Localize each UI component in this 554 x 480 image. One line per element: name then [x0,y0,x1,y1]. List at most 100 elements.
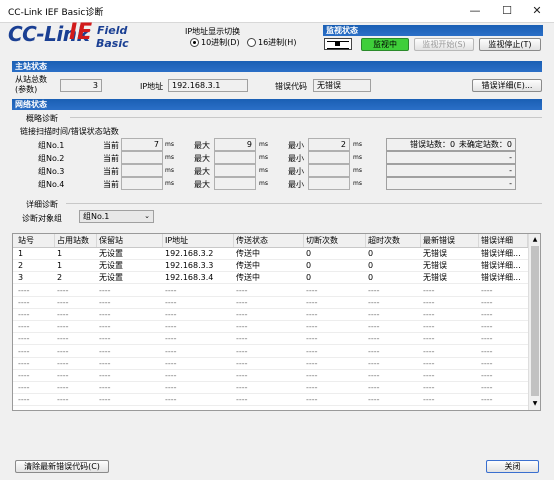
table-cell: ---- [99,285,111,295]
table-cell: ---- [236,407,248,410]
table-cell: 0 [368,261,374,271]
column-header[interactable]: 传送状态 [234,234,304,247]
scroll-down-icon[interactable]: ▼ [530,399,540,409]
clear-error-button[interactable]: 清除最新错误代码(C) [15,460,109,473]
undetermined-station-count: 未确定站数：0 [458,140,512,149]
table-cell: 0 [368,273,374,283]
group-name: 组No.2 [38,154,65,163]
table-cell: ---- [423,358,435,368]
overview-diag-label: 概略诊断 [26,114,58,123]
table-cell: ---- [165,346,177,356]
table-cell: ---- [481,395,493,405]
max-label: 最大 [194,154,210,163]
max-label: 最大 [194,167,210,176]
table-cell: ---- [368,334,380,344]
table-cell: 1 [57,261,63,271]
error-detail-button[interactable]: 错误详细(E)... [472,79,542,92]
close-window-button[interactable]: ✕ [522,0,552,22]
table-cell: ---- [236,346,248,356]
monitor-start-button[interactable]: 监视开始(S) [414,38,474,51]
column-header[interactable]: IP地址 [163,234,234,247]
detail-divider [66,203,542,204]
group-min-value [308,164,350,177]
table-cell: 2 [57,273,63,283]
table-cell: 错误详细... [481,273,521,283]
table-cell: 1 [18,249,24,258]
close-button[interactable]: 关闭 [486,460,539,473]
table-cell: ---- [165,334,177,344]
error-station-count: 错误站数：0 [410,140,456,149]
empty-table-row: ---- ---- ---- ---- ---- ---- ---- ---- ---- [13,297,528,309]
table-row[interactable]: 2 1 无设置 192.168.3.3 传送中 0 0 无错误 错误详细... [13,260,528,273]
target-group-select[interactable]: 组No.1 ⌄ [79,210,154,223]
radio-dec-label: 10进制(D) [201,38,240,47]
min-label: 最小 [288,154,304,163]
monitor-stop-button[interactable]: 监视停止(T) [479,38,541,51]
column-header[interactable]: 保留站 [97,234,163,247]
minimize-button[interactable]: — [460,0,490,22]
unit-label: ms [353,180,362,187]
group-error-status: - [386,151,516,164]
radio-hex-label: 16进制(H) [258,38,297,47]
target-group-label: 诊断对象组 [22,214,62,223]
table-cell: ---- [306,346,318,356]
table-cell: ---- [368,297,380,307]
column-header[interactable]: 切断次数 [304,234,366,247]
table-cell: ---- [306,334,318,344]
overview-divider [70,117,542,118]
table-cell: ---- [57,297,69,307]
table-cell: ---- [423,371,435,380]
group-current-value [121,164,163,177]
table-row[interactable]: 3 2 无设置 192.168.3.4 传送中 0 0 无错误 错误详细... [13,272,528,285]
table-row[interactable]: 1 1 无设置 192.168.3.2 传送中 0 0 无错误 错误详细... [13,248,528,260]
group-max-value: 9 [214,138,256,151]
table-cell: ---- [236,383,248,393]
maximize-button[interactable]: ☐ [492,0,522,22]
logo-ie: IE [69,20,93,45]
table-cell: ---- [481,358,493,368]
table-cell: ---- [236,371,248,380]
table-cell: ---- [57,285,69,295]
table-cell: ---- [306,407,318,410]
group-max-value [214,151,256,164]
table-cell: ---- [57,395,69,405]
radio-dec[interactable]: 10进制(D) [190,37,240,48]
table-scrollbar[interactable]: ▲ ▼ [528,234,540,410]
monitor-indicator-icon [324,38,352,50]
column-header[interactable]: 最新错误 [421,234,479,247]
table-cell: ---- [57,371,69,380]
table-cell: ---- [306,310,318,319]
radio-selected-icon [190,38,199,47]
table-cell: ---- [18,383,30,393]
unit-label: ms [353,167,362,174]
table-cell: ---- [165,285,177,295]
table-cell: ---- [165,395,177,405]
column-header[interactable]: 占用站数 [55,234,97,247]
unit-label: ms [353,141,362,148]
table-cell: ---- [99,334,111,344]
column-header[interactable]: 错误详细 [479,234,528,247]
network-status-header: 网络状态 [12,99,542,110]
scroll-thumb[interactable] [531,246,539,396]
table-cell: ---- [99,383,111,393]
group-min-value [308,151,350,164]
table-cell: ---- [481,371,493,380]
empty-table-row: ---- ---- ---- ---- ---- ---- ---- ---- ---- [13,394,528,407]
table-cell: 传送中 [236,261,260,271]
ip-switch-title: IP地址显示切换 [185,27,241,36]
column-header[interactable]: 站号 [16,234,55,247]
table-cell: 3 [18,273,24,283]
table-cell: ---- [306,358,318,368]
logo-basic: Basic [96,37,129,50]
unit-label: ms [259,167,268,174]
scroll-up-icon[interactable]: ▲ [530,235,540,245]
empty-table-row: ---- ---- ---- ---- ---- ---- ---- ---- ---- [13,370,528,382]
table-header: 站号 占用站数 保留站 IP地址 传送状态 切断次数 超时次数 最新错误 错误详细 [13,234,528,248]
target-group-value: 组No.1 [83,212,110,221]
radio-hex[interactable]: 16进制(H) [247,37,296,48]
table-cell: 2 [18,261,24,271]
column-header[interactable]: 超时次数 [366,234,421,247]
min-label: 最小 [288,180,304,189]
table-cell: ---- [99,322,111,332]
table-cell: ---- [18,358,30,368]
